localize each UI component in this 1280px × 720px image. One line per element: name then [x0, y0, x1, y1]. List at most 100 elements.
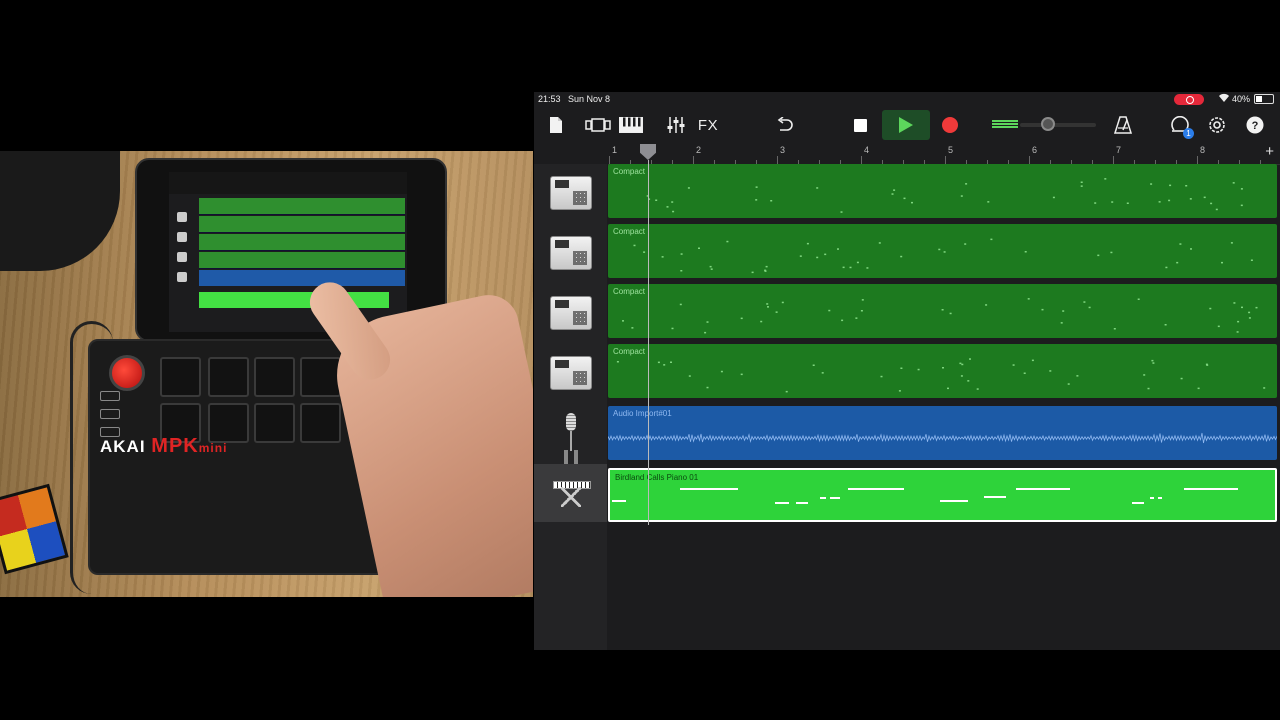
drum-hit — [740, 317, 743, 320]
undo-icon[interactable] — [774, 110, 796, 140]
play-button[interactable] — [882, 110, 930, 140]
drum-region[interactable]: Compact — [608, 344, 1277, 398]
ruler-tick — [1029, 156, 1030, 164]
drum-hit — [1076, 375, 1079, 377]
drum-hit — [1255, 306, 1258, 309]
stop-button[interactable] — [844, 110, 876, 140]
drum-hit — [1041, 308, 1044, 311]
ipad-screen-in-photo — [169, 172, 407, 332]
ruler-tick — [1113, 156, 1114, 164]
add-section-button[interactable]: + — [1265, 143, 1274, 160]
drum-hit — [680, 253, 683, 255]
mixer-icon[interactable] — [666, 110, 686, 140]
drum-hit — [760, 320, 763, 323]
settings-icon[interactable] — [1206, 110, 1228, 140]
drum-hit — [1027, 298, 1030, 300]
empty-track-area[interactable] — [608, 524, 1280, 650]
drum-hit — [1060, 322, 1063, 324]
record-icon — [942, 117, 958, 133]
track-header-audio[interactable] — [534, 404, 607, 462]
ruler-tick — [693, 156, 694, 164]
help-icon[interactable]: ? — [1244, 110, 1266, 140]
drum-hit — [856, 261, 859, 264]
drum-hit — [706, 321, 709, 323]
drum-hit — [755, 199, 758, 201]
drum-hit — [633, 244, 636, 247]
audio-region-content — [608, 432, 1277, 444]
ruler-bar-label: 3 — [780, 145, 786, 155]
drum-hit — [671, 201, 674, 203]
keyboard-icon[interactable] — [618, 110, 644, 140]
drum-region[interactable]: Compact — [608, 284, 1277, 338]
drum-hit — [961, 363, 964, 366]
drum-hit — [1080, 185, 1083, 187]
midi-note — [940, 500, 968, 502]
drum-hit — [755, 186, 758, 188]
track-header-drums-3[interactable] — [534, 284, 607, 342]
drum-region-content — [622, 298, 1258, 334]
track-header-drums-2[interactable] — [534, 224, 607, 282]
drum-hit — [720, 370, 723, 373]
metronome-icon[interactable] — [1112, 110, 1134, 140]
drum-hit — [1185, 185, 1188, 187]
drum-hit — [1203, 196, 1206, 199]
track-header-drums-4[interactable] — [534, 344, 607, 402]
battery-percent: 40% — [1232, 94, 1251, 104]
drum-region[interactable]: Compact — [608, 164, 1277, 218]
drum-hit — [657, 361, 660, 364]
wifi-icon — [1218, 93, 1230, 105]
master-volume-handle[interactable] — [1041, 117, 1055, 131]
drum-machine-icon — [549, 176, 592, 210]
ruler-tick — [777, 156, 778, 164]
document-icon[interactable] — [546, 110, 566, 140]
drum-region-content — [646, 178, 1243, 213]
drum-hit — [1097, 254, 1100, 257]
audio-region[interactable]: Audio Import#01 — [608, 406, 1277, 460]
drum-hit — [1012, 364, 1015, 366]
drum-hit — [1049, 370, 1052, 372]
drum-hit — [706, 386, 709, 389]
drum-hit — [821, 372, 824, 374]
timeline-ruler[interactable]: + 1 2 3 4 5 6 7 8 — [608, 143, 1280, 165]
garageband-screen: 21:53 Sun Nov 8 40% FX 1 ? + 1 2 3 4 5 6… — [534, 92, 1280, 650]
microphone-icon — [563, 413, 579, 453]
drum-hit — [1190, 248, 1192, 250]
drum-hit — [1230, 242, 1233, 244]
drum-hit — [960, 195, 963, 197]
drum-machine-icon — [549, 296, 592, 330]
drum-hit — [687, 187, 690, 189]
track-header-keyboard[interactable] — [534, 464, 607, 522]
drum-hit — [709, 265, 712, 268]
drum-hit — [1169, 184, 1172, 187]
fx-button[interactable]: FX — [696, 110, 720, 140]
ruler-bar-label: 2 — [696, 145, 702, 155]
drum-hit — [751, 271, 754, 274]
drum-hit — [1088, 306, 1091, 309]
master-volume-slider[interactable] — [1020, 123, 1096, 127]
drum-hit — [661, 256, 664, 258]
keys-region[interactable]: Birdland Calls Piano 01 — [608, 468, 1277, 522]
drum-hit — [698, 247, 700, 249]
track-view-icon[interactable] — [584, 110, 612, 140]
drum-hit — [943, 251, 946, 253]
screen-recording-indicator[interactable] — [1174, 94, 1204, 105]
status-time: 21:53 — [538, 94, 561, 104]
drum-hit — [1110, 251, 1113, 254]
record-button[interactable] — [934, 110, 966, 140]
drum-hit — [672, 210, 675, 213]
drum-hit — [1143, 374, 1146, 376]
drum-hit — [671, 327, 674, 330]
drum-hit — [965, 183, 968, 185]
drum-hit — [880, 375, 883, 378]
drum-hit — [816, 187, 819, 189]
audio-waveform — [608, 432, 1277, 444]
drum-machine-icon — [549, 356, 592, 390]
drum-hit — [785, 390, 788, 393]
drum-hit — [726, 240, 729, 243]
drum-hit — [679, 303, 682, 306]
drum-hit — [1263, 387, 1266, 389]
track-header-drums-1[interactable] — [534, 164, 607, 222]
drum-hit — [1241, 306, 1243, 309]
drum-hit — [1240, 204, 1243, 207]
drum-region[interactable]: Compact — [608, 224, 1277, 278]
